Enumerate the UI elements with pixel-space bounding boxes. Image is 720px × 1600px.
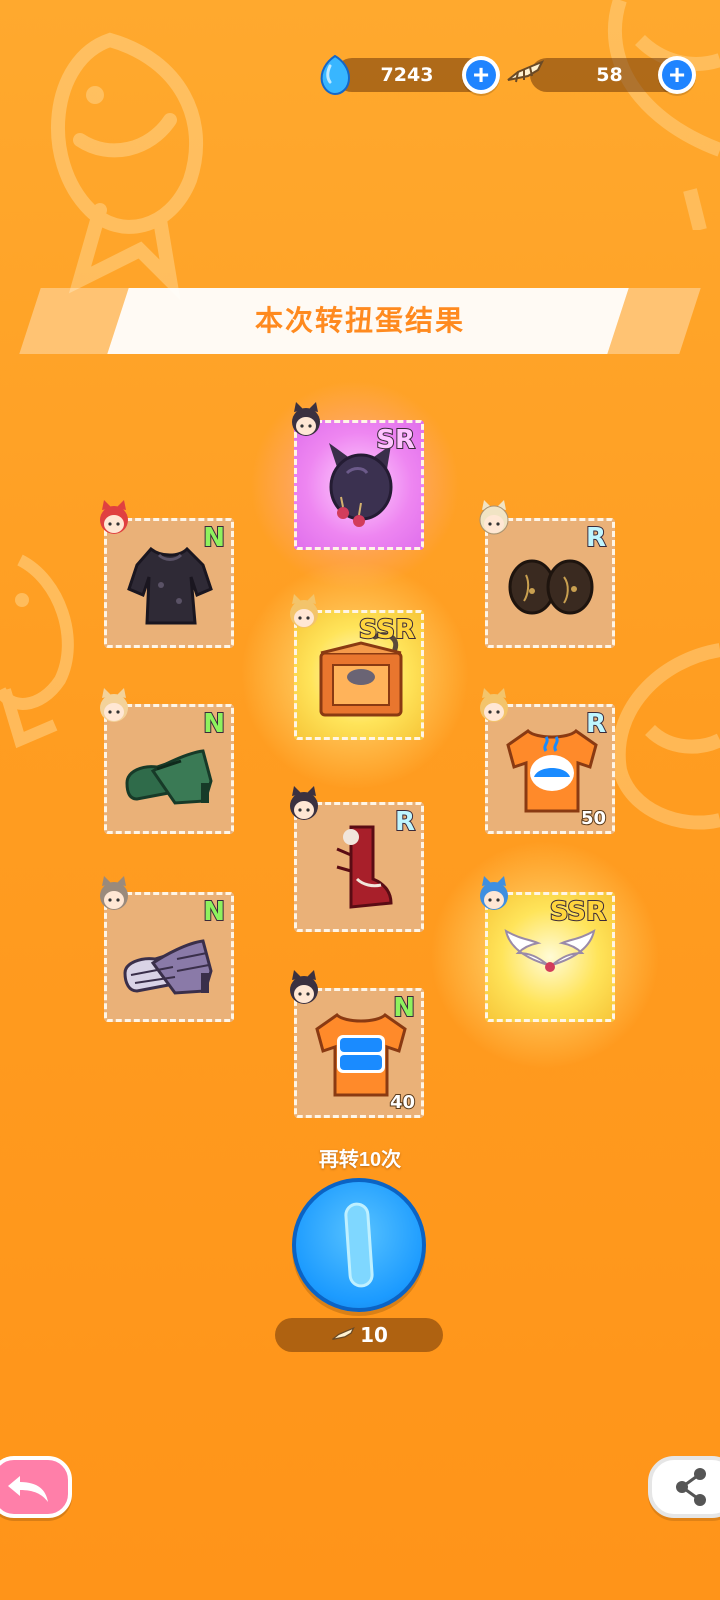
rarity-badge: N	[392, 992, 416, 1024]
share-button[interactable]	[648, 1456, 720, 1518]
character-avatar-icon	[288, 402, 324, 438]
item-card-n-black-dress[interactable]: N	[104, 518, 234, 648]
character-avatar-icon	[476, 500, 512, 536]
add-gems-button[interactable]: +	[462, 56, 500, 94]
rarity-badge: SSR	[549, 896, 607, 928]
back-button[interactable]	[0, 1456, 72, 1518]
rarity-badge: R	[585, 522, 607, 554]
item-count: 50	[580, 807, 607, 830]
gacha-handle-icon	[344, 1202, 374, 1288]
fish-deco-icon	[0, 554, 74, 749]
spin-again-button[interactable]	[292, 1178, 426, 1312]
rarity-badge: N	[202, 522, 226, 554]
rarity-badge: N	[202, 896, 226, 928]
rarity-badge: R	[394, 806, 416, 838]
fish-count: 58	[596, 64, 623, 86]
character-avatar-icon	[286, 594, 322, 630]
fish-bone-icon	[507, 60, 545, 83]
back-arrow-icon	[8, 1476, 48, 1502]
item-card-r-dark-earmuffs[interactable]: R	[485, 518, 615, 648]
character-avatar-icon	[96, 500, 132, 536]
rarity-badge: N	[202, 708, 226, 740]
blue-gem-icon	[320, 54, 351, 96]
share-icon	[676, 1468, 706, 1506]
rarity-badge: SR	[375, 424, 416, 456]
item-count: 40	[389, 1091, 416, 1114]
fish-deco-icon	[611, 643, 720, 830]
fish-deco-icon	[50, 32, 204, 300]
spin-cost-value: 10	[360, 1323, 388, 1347]
gem-count: 7243	[380, 64, 434, 86]
character-avatar-icon	[476, 688, 512, 724]
character-avatar-icon	[96, 876, 132, 912]
add-fish-button[interactable]: +	[658, 56, 696, 94]
rarity-badge: SSR	[358, 614, 416, 646]
item-card-sr-cat-hairpin[interactable]: SR	[294, 420, 424, 550]
character-avatar-icon	[476, 876, 512, 912]
plus-icon: +	[466, 60, 496, 90]
fish-deco-icon	[608, 0, 720, 230]
spin-cost: 10	[275, 1318, 443, 1352]
page-title: 本次转扭蛋结果	[254, 305, 465, 336]
fish-bone-icon	[332, 1327, 355, 1340]
rarity-badge: R	[585, 708, 607, 740]
spin-again-label: 再转10次	[318, 1149, 402, 1171]
plus-icon: +	[662, 60, 692, 90]
character-avatar-icon	[286, 786, 322, 822]
item-card-n-blue-print-shirt[interactable]: N 40	[294, 988, 424, 1118]
character-avatar-icon	[286, 970, 322, 1006]
character-avatar-icon	[96, 688, 132, 724]
